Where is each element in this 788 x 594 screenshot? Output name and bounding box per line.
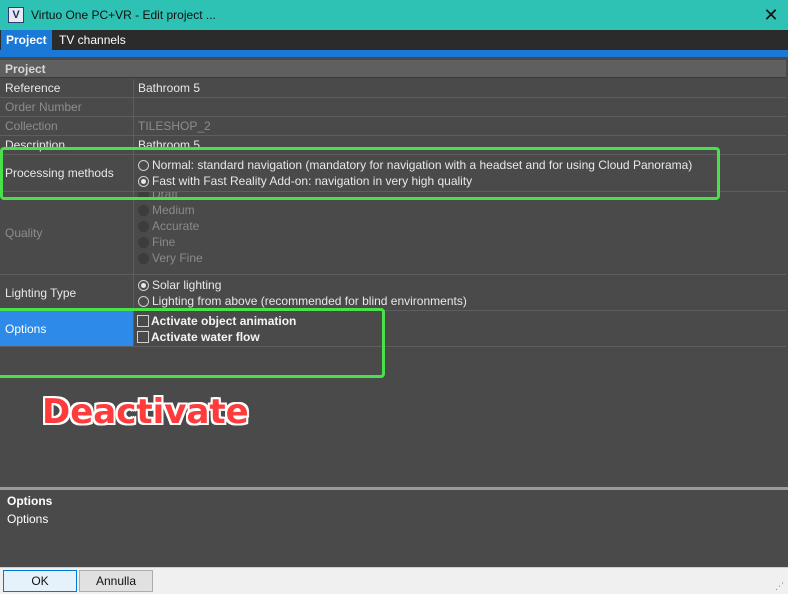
quality-fine-option: Fine [138,234,203,250]
quality-very-fine-option: Very Fine [138,250,203,266]
section-header-project: Project [0,60,786,78]
quality-fine-label: Fine [152,235,176,249]
reference-label: Reference [0,79,134,97]
help-text: Options [7,512,49,526]
quality-options: Draft Medium Accurate Fine Very Fine [138,192,203,266]
cancel-button[interactable]: Annulla [79,570,153,592]
quality-accurate-option: Accurate [138,218,203,234]
tab-bar: Project TV channels [0,30,788,50]
help-divider[interactable] [0,487,788,490]
row-quality: Quality Draft Medium Accurate Fine Very … [0,192,786,275]
resize-grip-icon[interactable]: ⋰ [775,581,785,591]
quality-accurate-label: Accurate [152,219,200,233]
highlight-options-box [0,308,385,378]
button-bar: OK Annulla ⋰ [0,567,788,594]
close-icon[interactable]: ✕ [760,4,782,26]
lighting-solar-option[interactable]: Solar lighting [138,277,467,293]
radio-icon [138,220,149,232]
lighting-above-option[interactable]: Lighting from above (recommended for bli… [138,293,467,309]
window-title: Virtuo One PC+VR - Edit project ... [31,8,216,22]
reference-value[interactable]: Bathroom 5 [138,81,200,95]
ok-button[interactable]: OK [3,570,77,592]
quality-medium-option: Medium [138,202,203,218]
quality-medium-label: Medium [152,203,195,217]
annotation-label: Deactivate [42,392,249,432]
app-icon: V [8,7,24,23]
lighting-solar-label: Solar lighting [152,278,222,292]
row-lighting-type: Lighting Type Solar lighting Lighting fr… [0,275,786,311]
collection-label: Collection [0,117,134,135]
lighting-type-options: Solar lighting Lighting from above (reco… [138,277,467,309]
row-collection: Collection TILESHOP_2 [0,117,786,136]
highlight-processing-box [0,147,720,200]
lighting-above-label: Lighting from above (recommended for bli… [152,294,467,308]
tab-project[interactable]: Project [1,30,52,50]
lighting-type-label: Lighting Type [0,275,134,310]
row-order-number: Order Number [0,98,786,117]
tab-tv-channels[interactable]: TV channels [54,30,131,50]
radio-icon [138,204,149,216]
radio-selected-icon[interactable] [138,279,149,291]
tab-underline [0,50,788,57]
radio-icon [138,252,149,264]
collection-value: TILESHOP_2 [138,119,211,133]
title-bar: V Virtuo One PC+VR - Edit project ... ✕ [0,0,788,30]
quality-label: Quality [0,192,134,274]
order-number-label: Order Number [0,98,134,116]
quality-very-fine-label: Very Fine [152,251,203,265]
radio-icon[interactable] [138,295,149,307]
row-reference[interactable]: Reference Bathroom 5 [0,79,786,98]
radio-icon [138,236,149,248]
help-title: Options [7,494,53,508]
